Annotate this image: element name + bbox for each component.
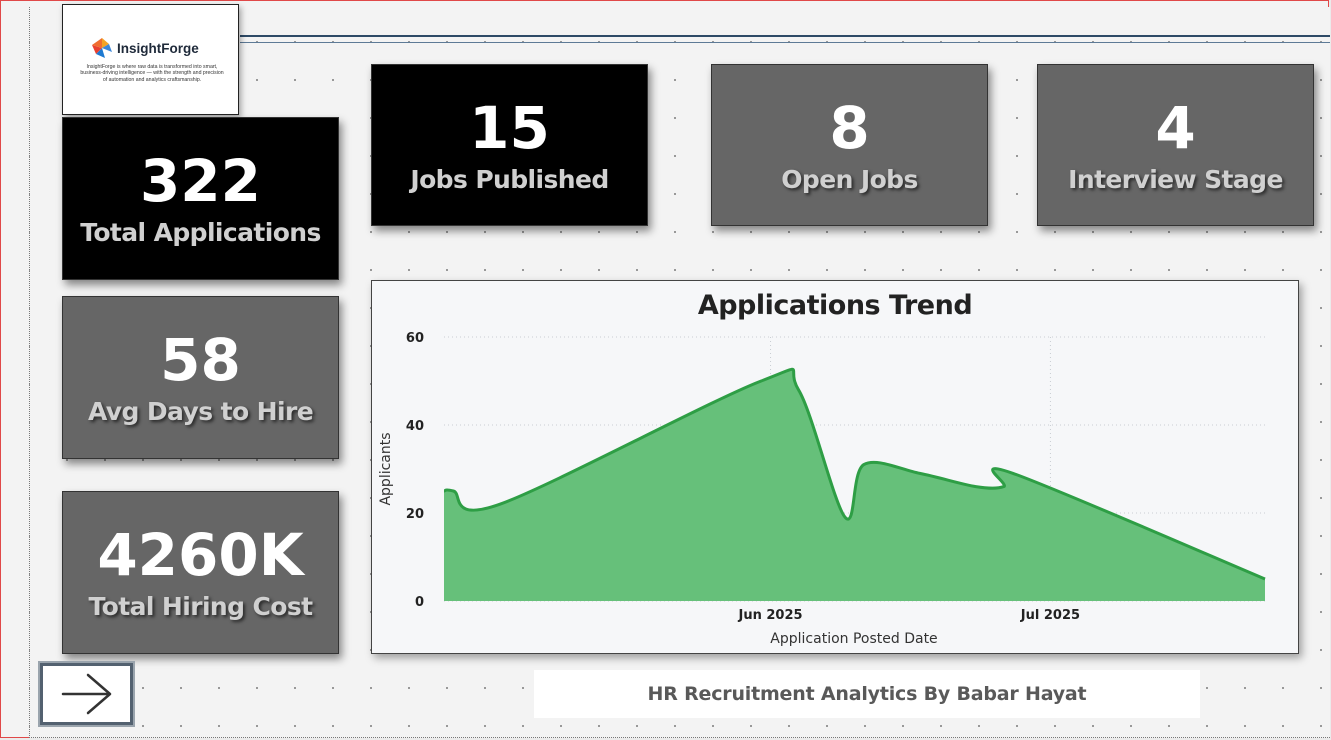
kpi-label: Total Hiring Cost: [88, 592, 314, 621]
y-tick-label: 0: [415, 595, 424, 610]
kpi-value: 15: [469, 93, 550, 162]
chart-title: Applications Trend: [698, 290, 972, 321]
brand-name: InsightForge: [117, 40, 199, 56]
chart-x-axis-label: Application Posted Date: [770, 631, 937, 647]
y-tick-label: 40: [406, 419, 424, 434]
insightforge-logo-icon: [92, 38, 112, 58]
kpi-interview-stage[interactable]: 4 Interview Stage: [1037, 64, 1314, 226]
kpi-label: Total Applications: [80, 218, 321, 247]
next-page-button[interactable]: [40, 663, 133, 725]
x-tick-label: Jul 2025: [1020, 608, 1080, 623]
report-footer: HR Recruitment Analytics By Babar Hayat: [534, 670, 1200, 718]
kpi-jobs-published[interactable]: 15 Jobs Published: [371, 64, 648, 226]
corner-glyph: ': [1251, 0, 1253, 4]
chart-svg: Applications Trend 0 20 40 60 Jun 2025 Jul 20…: [378, 290, 1266, 647]
chart-y-axis-label: Applicants: [378, 432, 394, 505]
x-tick-label: Jun 2025: [738, 608, 803, 623]
kpi-value: 8: [829, 93, 870, 162]
applications-trend-chart[interactable]: Applications Trend 0 20 40 60 Jun 2025 Jul 20…: [371, 280, 1299, 654]
kpi-total-applications[interactable]: 322 Total Applications: [62, 117, 339, 280]
header-line-bottom: [240, 42, 1330, 43]
y-tick-label: 20: [406, 507, 424, 522]
kpi-value: 58: [160, 326, 241, 394]
kpi-open-jobs[interactable]: 8 Open Jobs: [711, 64, 988, 226]
kpi-total-hiring-cost[interactable]: 4260K Total Hiring Cost: [62, 491, 339, 654]
brand-logo-card: InsightForge InsightForge is where raw d…: [62, 4, 239, 115]
kpi-label: Jobs Published: [410, 164, 609, 194]
header-line-top: [240, 35, 1330, 37]
kpi-label: Open Jobs: [781, 164, 918, 194]
kpi-value: 4260K: [97, 521, 304, 589]
brand-logo: InsightForge: [91, 37, 199, 59]
y-tick-label: 60: [406, 331, 424, 346]
brand-tagline: InsightForge is where raw data is transf…: [80, 64, 224, 83]
footer-title: HR Recruitment Analytics By Babar Hayat: [647, 683, 1087, 705]
arrow-right-icon: [61, 673, 111, 715]
kpi-value: 4: [1155, 93, 1196, 162]
kpi-label: Avg Days to Hire: [87, 397, 314, 426]
kpi-label: Interview Stage: [1068, 164, 1283, 194]
kpi-value: 322: [139, 147, 262, 215]
kpi-avg-days-to-hire[interactable]: 58 Avg Days to Hire: [62, 296, 339, 459]
chart-area-series: [443, 367, 1266, 601]
